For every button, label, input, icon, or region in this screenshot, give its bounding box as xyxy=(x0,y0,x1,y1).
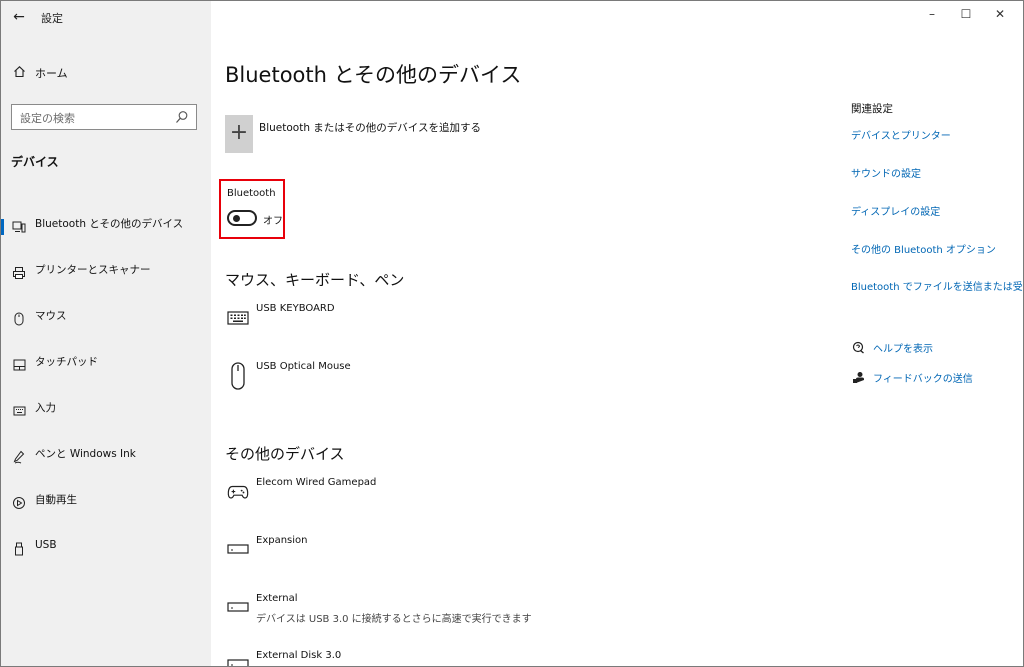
home-icon xyxy=(11,65,27,81)
keyboard-icon xyxy=(227,303,249,333)
gamepad-icon xyxy=(227,477,249,507)
sidebar-item-label: 自動再生 xyxy=(35,493,77,506)
help-link[interactable]: ヘルプを表示 xyxy=(851,340,933,355)
keyboard-icon xyxy=(11,403,27,419)
feedback-icon xyxy=(851,371,865,385)
section-title-other-devices: その他のデバイス xyxy=(225,445,345,463)
usb-icon xyxy=(11,541,27,557)
link-devices-printers[interactable]: デバイスとプリンター xyxy=(851,127,951,142)
sidebar-item-touchpad[interactable]: タッチパッド xyxy=(1,342,211,388)
sidebar-item-label: プリンターとスキャナー xyxy=(35,263,151,276)
help-label: ヘルプを表示 xyxy=(873,344,933,355)
link-bluetooth-file-transfer[interactable]: Bluetooth でファイルを送信または受信する xyxy=(851,278,1023,293)
sidebar-item-label: ペンと Windows Ink xyxy=(35,447,136,460)
feedback-label: フィードバックの送信 xyxy=(873,374,973,385)
bluetooth-devices-icon xyxy=(11,219,27,235)
bluetooth-label: Bluetooth xyxy=(227,188,276,199)
main-content: – ☐ ✕ Bluetooth とその他のデバイス + Bluetooth また… xyxy=(211,1,1023,666)
sidebar-item-pen[interactable]: ペンと Windows Ink xyxy=(1,434,211,480)
add-device-label[interactable]: Bluetooth またはその他のデバイスを追加する xyxy=(259,120,481,135)
device-name: USB KEYBOARD xyxy=(256,303,335,314)
feedback-link[interactable]: フィードバックの送信 xyxy=(851,370,973,385)
sidebar-item-bluetooth[interactable]: Bluetooth とその他のデバイス xyxy=(1,204,211,250)
sidebar-item-label: ホーム xyxy=(35,67,68,80)
drive-icon xyxy=(227,535,249,565)
device-name: External xyxy=(256,593,298,604)
sidebar-item-label: USB xyxy=(35,539,57,551)
maximize-button[interactable]: ☐ xyxy=(949,7,983,21)
sidebar-nav: Bluetooth とその他のデバイス プリンターとスキャナー マウス タッチパ… xyxy=(1,204,211,572)
link-more-bluetooth-options[interactable]: その他の Bluetooth オプション xyxy=(851,241,996,256)
sidebar-item-home[interactable]: ホーム xyxy=(11,61,68,85)
sidebar-item-label: Bluetooth とその他のデバイス xyxy=(35,217,184,230)
related-settings-title: 関連設定 xyxy=(851,103,893,115)
mouse-icon xyxy=(11,311,27,327)
toggle-knob xyxy=(233,215,240,222)
search-input[interactable] xyxy=(18,108,172,128)
window-title: 設定 xyxy=(41,12,63,25)
back-arrow-icon[interactable]: ← xyxy=(9,7,29,27)
mouse-icon xyxy=(227,361,249,391)
section-title-input-devices: マウス、キーボード、ペン xyxy=(225,271,405,289)
sidebar-item-autoplay[interactable]: 自動再生 xyxy=(1,480,211,526)
device-status: デバイスは USB 3.0 に接続するとさらに高速で実行できます xyxy=(256,614,532,625)
link-sound-settings[interactable]: サウンドの設定 xyxy=(851,165,921,180)
link-display-settings[interactable]: ディスプレイの設定 xyxy=(851,203,940,218)
printer-icon xyxy=(11,265,27,281)
drive-icon xyxy=(227,593,249,623)
minimize-button[interactable]: – xyxy=(915,7,949,21)
pen-icon xyxy=(11,449,27,465)
device-name: USB Optical Mouse xyxy=(256,361,351,372)
sidebar-item-mouse[interactable]: マウス xyxy=(1,296,211,342)
add-device-button[interactable]: + xyxy=(225,115,253,153)
sidebar-item-input[interactable]: 入力 xyxy=(1,388,211,434)
bluetooth-state: オフ xyxy=(263,216,283,227)
sidebar-item-label: マウス xyxy=(35,309,67,322)
sidebar-item-label: 入力 xyxy=(35,401,56,414)
search-box[interactable] xyxy=(11,104,197,130)
window-controls: – ☐ ✕ xyxy=(915,7,1017,21)
sidebar-item-printers[interactable]: プリンターとスキャナー xyxy=(1,250,211,296)
autoplay-icon xyxy=(11,495,27,511)
device-name: Elecom Wired Gamepad xyxy=(256,477,377,488)
page-title: Bluetooth とその他のデバイス xyxy=(225,63,522,87)
close-button[interactable]: ✕ xyxy=(983,7,1017,21)
sidebar: ← 設定 ホーム デバイス Bluetooth とその他のデバイス xyxy=(1,1,211,666)
search-icon[interactable] xyxy=(175,109,191,125)
title-bar: ← 設定 xyxy=(1,1,211,33)
sidebar-item-usb[interactable]: USB xyxy=(1,526,211,572)
sidebar-section-title: デバイス xyxy=(11,155,59,169)
bluetooth-toggle[interactable] xyxy=(227,210,257,226)
device-name: Expansion xyxy=(256,535,308,546)
help-chat-icon xyxy=(851,341,865,355)
sidebar-item-label: タッチパッド xyxy=(35,355,98,368)
settings-window: ← 設定 ホーム デバイス Bluetooth とその他のデバイス xyxy=(0,0,1024,667)
drive-icon xyxy=(227,650,249,666)
device-name: External Disk 3.0 xyxy=(256,650,342,661)
touchpad-icon xyxy=(11,357,27,373)
